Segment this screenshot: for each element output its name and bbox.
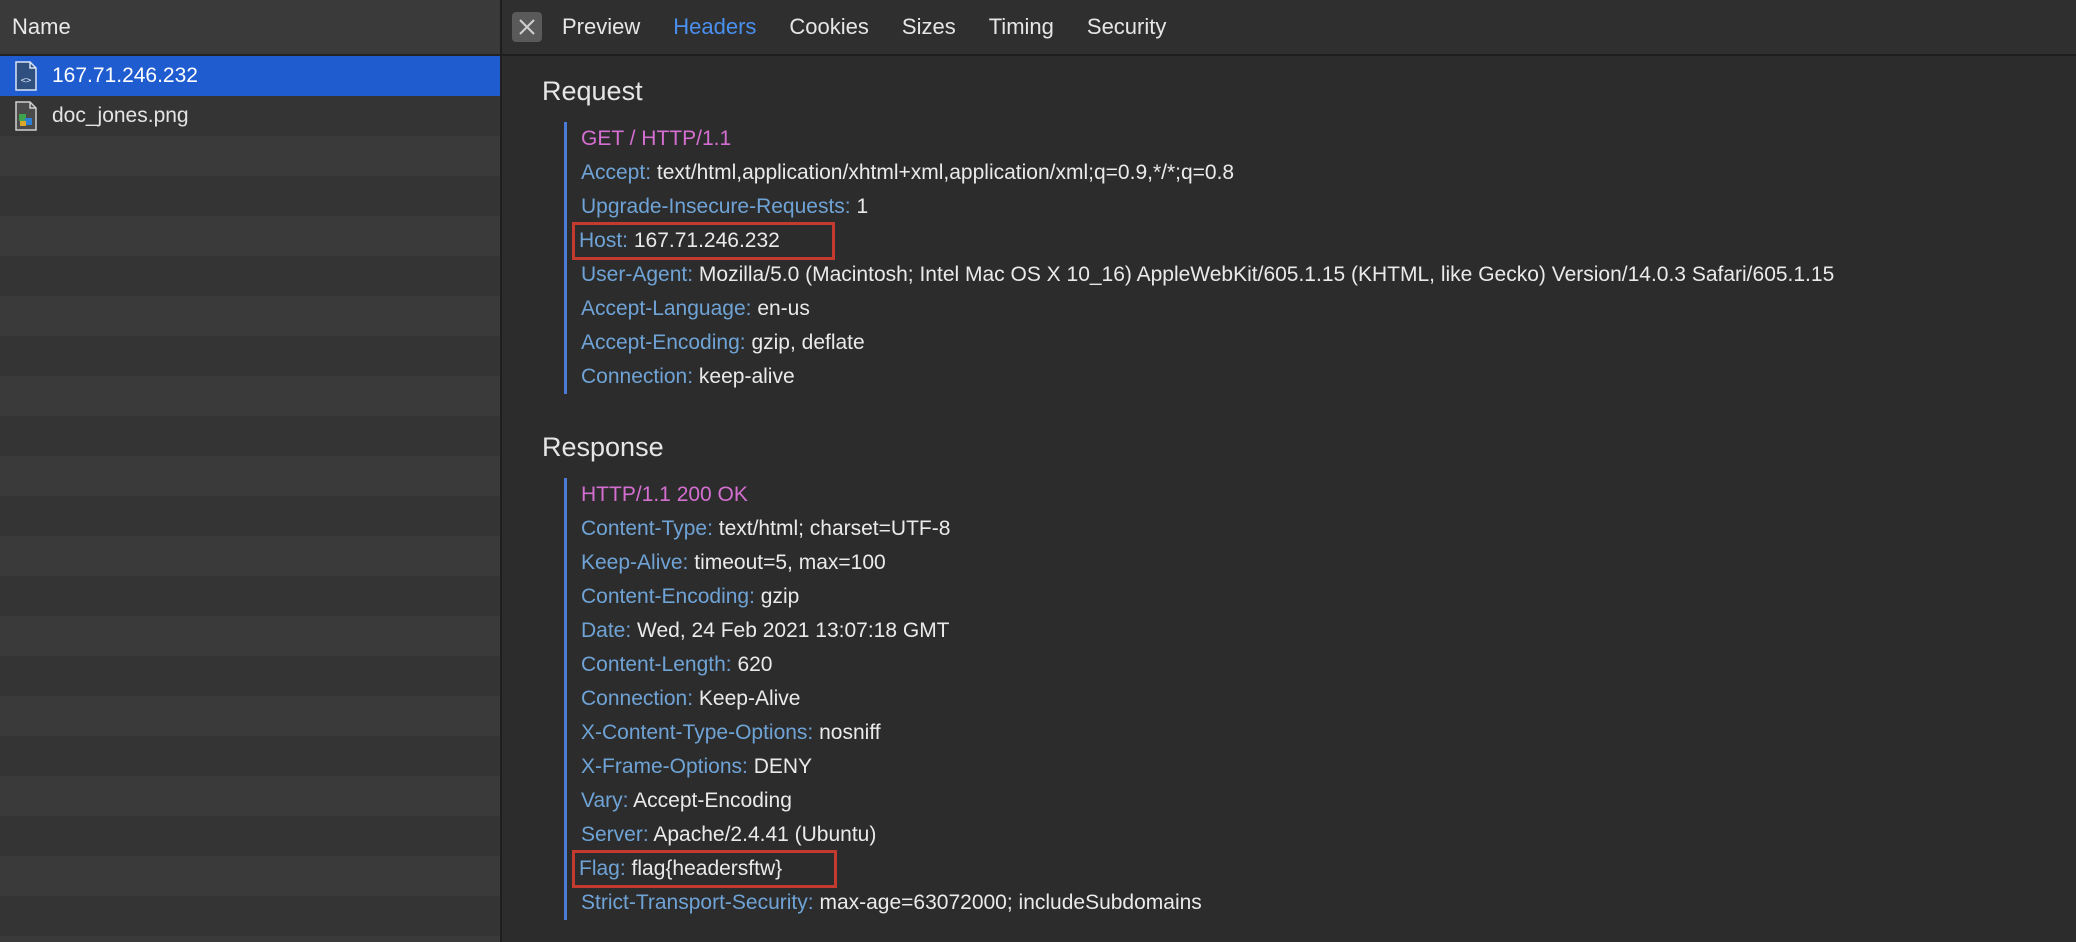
status-line: HTTP/1.1 200 OK bbox=[581, 483, 748, 506]
header-value: timeout=5, max=100 bbox=[694, 551, 886, 574]
request-headers: GET / HTTP/1.1 Accept: text/html,applica… bbox=[564, 122, 2076, 394]
tab-security[interactable]: Security bbox=[1087, 14, 1166, 40]
response-header-row: Keep-Alive: timeout=5, max=100 bbox=[581, 546, 2076, 580]
tab-cookies[interactable]: Cookies bbox=[789, 14, 868, 40]
request-line: GET / HTTP/1.1 bbox=[581, 127, 732, 150]
response-header-row: Content-Type: text/html; charset=UTF-8 bbox=[581, 512, 2076, 546]
file-name: doc_jones.png bbox=[52, 104, 189, 127]
request-header-row: Accept-Encoding: gzip, deflate bbox=[581, 326, 2076, 360]
header-value: flag{headersftw} bbox=[631, 857, 783, 880]
name-column-label: Name bbox=[12, 14, 71, 39]
response-header-row: Vary: Accept-Encoding bbox=[581, 784, 2076, 818]
header-key: Accept: bbox=[581, 161, 652, 184]
header-value: gzip bbox=[760, 585, 800, 608]
headers-content: Request GET / HTTP/1.1 Accept: text/html… bbox=[502, 56, 2076, 920]
header-value: max-age=63072000; includeSubdomains bbox=[819, 891, 1202, 914]
response-header-row: Server: Apache/2.4.41 (Ubuntu) bbox=[581, 818, 2076, 852]
header-key: Content-Encoding: bbox=[581, 585, 755, 608]
header-value: 1 bbox=[856, 195, 869, 218]
resource-list: Name <> 167.71.246.232 doc_jones.png bbox=[0, 0, 502, 942]
header-key: Connection: bbox=[581, 687, 694, 710]
detail-tab-bar: Preview Headers Cookies Sizes Timing Sec… bbox=[502, 0, 2076, 56]
header-value: DENY bbox=[753, 755, 813, 778]
request-header-row: Accept: text/html,application/xhtml+xml,… bbox=[581, 156, 2076, 190]
header-value: en-us bbox=[757, 297, 810, 320]
header-value: text/html,application/xhtml+xml,applicat… bbox=[656, 161, 1235, 184]
response-header-row: Connection: Keep-Alive bbox=[581, 682, 2076, 716]
request-header-row: User-Agent: Mozilla/5.0 (Macintosh; Inte… bbox=[581, 258, 2076, 292]
response-header-row-flag: Flag: flag{headersftw} bbox=[571, 850, 2076, 888]
request-header-row: Upgrade-Insecure-Requests: 1 bbox=[581, 190, 2076, 224]
header-key: User-Agent: bbox=[581, 263, 694, 286]
host-highlight-box: Host: 167.71.246.232 bbox=[572, 222, 835, 260]
response-header-row: Content-Encoding: gzip bbox=[581, 580, 2076, 614]
header-key: Upgrade-Insecure-Requests: bbox=[581, 195, 851, 218]
header-value: keep-alive bbox=[698, 365, 795, 388]
request-section-title: Request bbox=[542, 76, 643, 106]
header-key: Accept-Encoding: bbox=[581, 331, 746, 354]
header-value: text/html; charset=UTF-8 bbox=[718, 517, 951, 540]
response-headers: HTTP/1.1 200 OK Content-Type: text/html;… bbox=[564, 478, 2076, 920]
response-header-row: Date: Wed, 24 Feb 2021 13:07:18 GMT bbox=[581, 614, 2076, 648]
name-column-header[interactable]: Name bbox=[0, 0, 500, 56]
html-document-icon: <> bbox=[15, 61, 37, 91]
tab-sizes[interactable]: Sizes bbox=[902, 14, 956, 40]
header-value: 167.71.246.232 bbox=[633, 229, 780, 252]
response-header-row: Strict-Transport-Security: max-age=63072… bbox=[581, 886, 2076, 920]
header-key: X-Frame-Options: bbox=[581, 755, 748, 778]
tab-headers[interactable]: Headers bbox=[673, 14, 756, 40]
response-header-row: X-Content-Type-Options: nosniff bbox=[581, 716, 2076, 750]
header-key: Vary: bbox=[581, 789, 629, 812]
header-value: nosniff bbox=[819, 721, 881, 744]
file-row-html[interactable]: <> 167.71.246.232 bbox=[0, 56, 500, 96]
request-header-row: Connection: keep-alive bbox=[581, 360, 2076, 394]
header-key: Keep-Alive: bbox=[581, 551, 689, 574]
close-detail-button[interactable] bbox=[512, 12, 542, 42]
header-value: Wed, 24 Feb 2021 13:07:18 GMT bbox=[637, 619, 950, 642]
file-name: 167.71.246.232 bbox=[52, 64, 198, 87]
header-key: X-Content-Type-Options: bbox=[581, 721, 814, 744]
response-section-title: Response bbox=[542, 432, 664, 462]
web-inspector-network: Name <> 167.71.246.232 doc_jones.png Pre… bbox=[0, 0, 2076, 942]
header-key: Server: bbox=[581, 823, 649, 846]
header-key: Connection: bbox=[581, 365, 694, 388]
request-header-row: Accept-Language: en-us bbox=[581, 292, 2076, 326]
flag-highlight-box: Flag: flag{headersftw} bbox=[571, 850, 838, 888]
header-value: gzip, deflate bbox=[751, 331, 865, 354]
header-value: Mozilla/5.0 (Macintosh; Intel Mac OS X 1… bbox=[698, 263, 1835, 286]
header-key: Flag: bbox=[579, 857, 626, 880]
file-row-image[interactable]: doc_jones.png bbox=[0, 96, 500, 136]
header-key: Date: bbox=[581, 619, 632, 642]
header-key: Host: bbox=[579, 229, 629, 252]
close-icon bbox=[519, 19, 535, 35]
response-header-row: X-Frame-Options: DENY bbox=[581, 750, 2076, 784]
tab-preview[interactable]: Preview bbox=[562, 14, 640, 40]
header-value: 620 bbox=[737, 653, 773, 676]
header-key: Strict-Transport-Security: bbox=[581, 891, 814, 914]
tab-timing[interactable]: Timing bbox=[989, 14, 1054, 40]
header-value: Apache/2.4.41 (Ubuntu) bbox=[653, 823, 877, 846]
svg-text:<>: <> bbox=[21, 76, 32, 86]
header-key: Accept-Language: bbox=[581, 297, 752, 320]
header-key: Content-Type: bbox=[581, 517, 713, 540]
header-value: Accept-Encoding bbox=[633, 789, 792, 812]
header-value: Keep-Alive bbox=[698, 687, 801, 710]
detail-panel: Preview Headers Cookies Sizes Timing Sec… bbox=[502, 0, 2076, 942]
request-header-row-host: Host: 167.71.246.232 bbox=[572, 222, 2076, 260]
image-file-icon bbox=[15, 101, 37, 131]
file-rows: <> 167.71.246.232 doc_jones.png bbox=[0, 56, 500, 942]
response-header-row: Content-Length: 620 bbox=[581, 648, 2076, 682]
header-key: Content-Length: bbox=[581, 653, 732, 676]
